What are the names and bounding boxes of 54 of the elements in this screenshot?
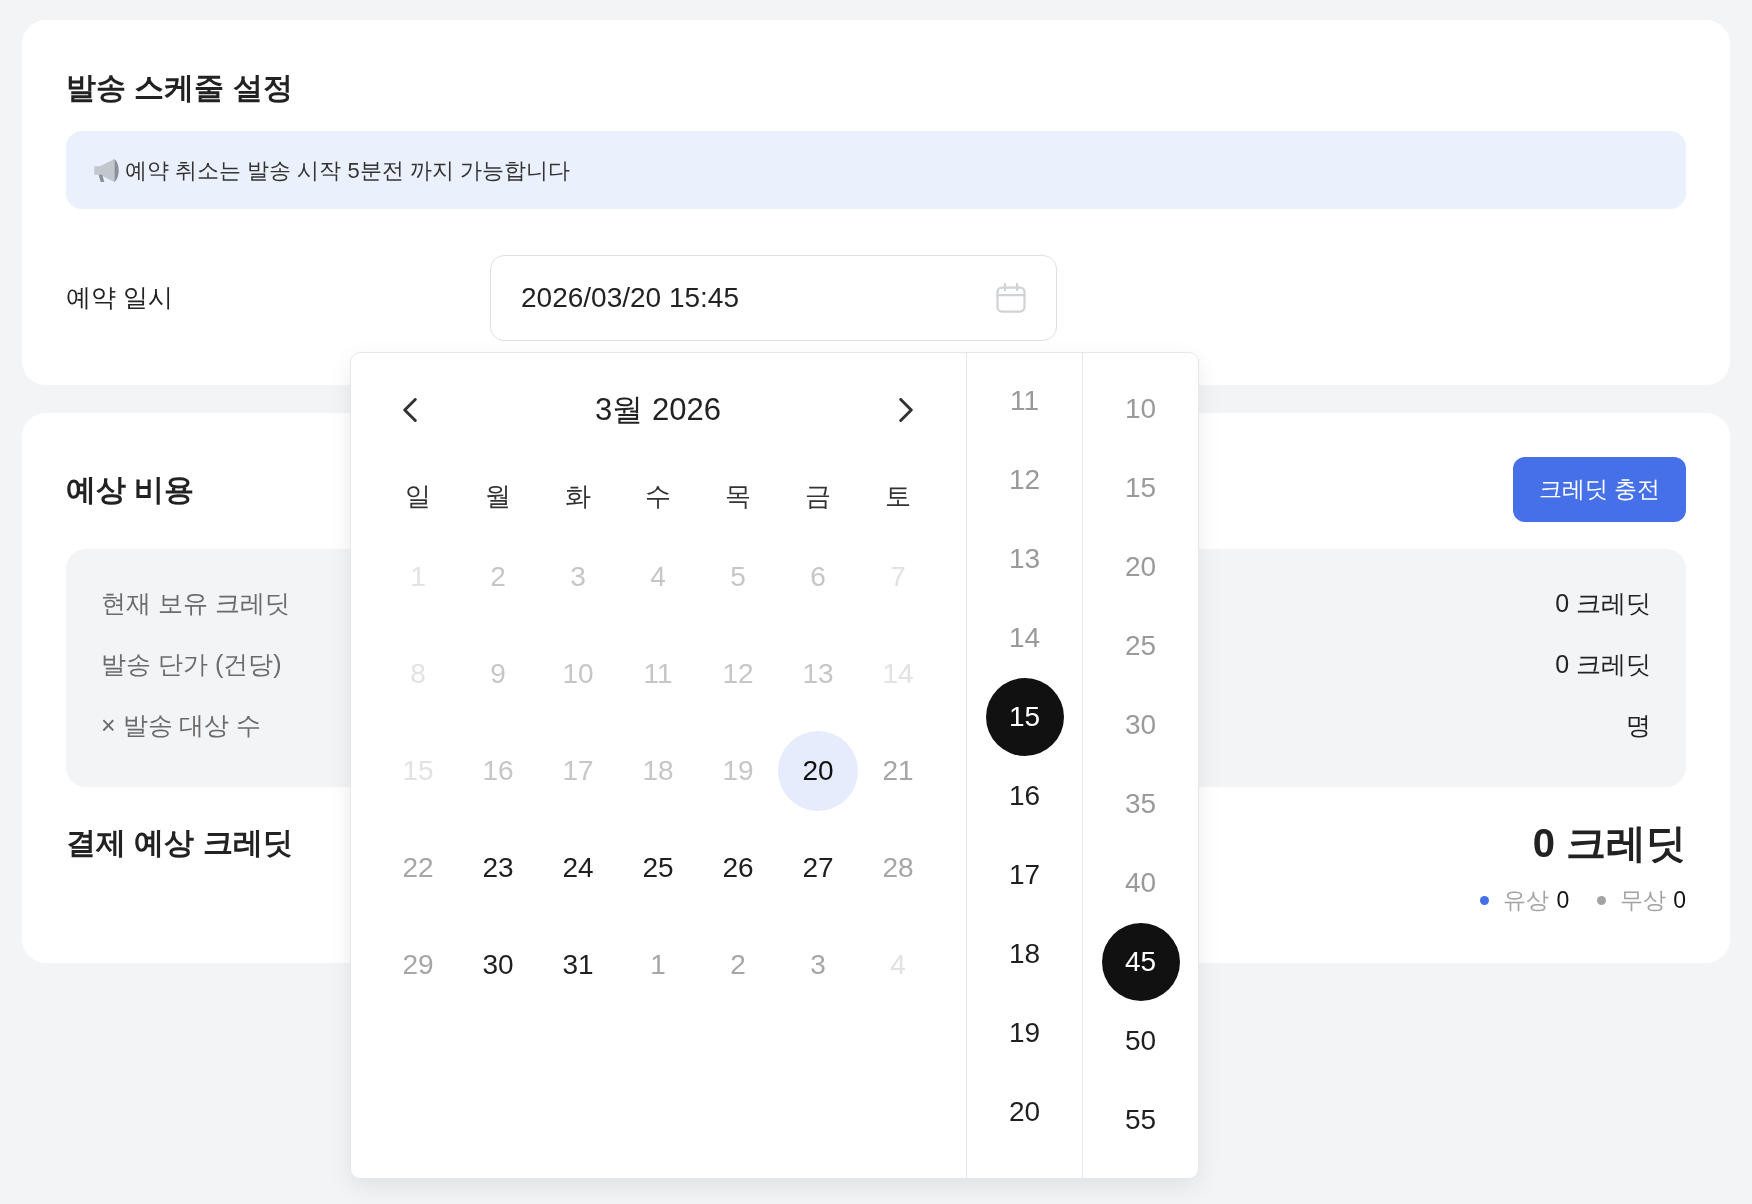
cost-label: × 발송 대상 수 bbox=[101, 710, 262, 742]
calendar-day[interactable]: 27 bbox=[778, 827, 858, 908]
weekday-label: 일 bbox=[404, 479, 432, 513]
weekday-label: 토 bbox=[884, 479, 912, 513]
weekday-label: 화 bbox=[564, 479, 592, 513]
calendar-day[interactable]: 26 bbox=[698, 827, 778, 908]
calendar-day[interactable]: 2 bbox=[698, 924, 778, 1005]
chevron-right-icon bbox=[899, 398, 913, 422]
calendar-day[interactable]: 24 bbox=[538, 827, 618, 908]
month-title: 3월 2026 bbox=[595, 390, 721, 429]
weekday-label: 금 bbox=[804, 479, 832, 513]
charge-credit-button[interactable]: 크레딧 충전 bbox=[1513, 457, 1686, 522]
section-title: 예상 비용 bbox=[66, 471, 195, 508]
hour-option[interactable]: 18 bbox=[985, 914, 1064, 993]
calendar-day[interactable]: 29 bbox=[378, 924, 458, 1005]
hour-option[interactable]: 15 bbox=[985, 677, 1064, 756]
calendar-day[interactable]: 20 bbox=[778, 730, 858, 811]
cost-value: 명 bbox=[1626, 710, 1651, 742]
field-label: 예약 일시 bbox=[66, 282, 174, 314]
section-title: 발송 스케줄 설정 bbox=[66, 70, 294, 106]
breakdown-value: 0 bbox=[1673, 885, 1686, 915]
calendar-day[interactable]: 3 bbox=[778, 924, 858, 1005]
calendar-day[interactable]: 30 bbox=[458, 924, 538, 1005]
megaphone-icon bbox=[94, 158, 119, 182]
calendar-icon bbox=[996, 283, 1026, 313]
minute-option[interactable]: 50 bbox=[1101, 1001, 1180, 1080]
calendar-day[interactable]: 22 bbox=[378, 827, 458, 908]
hour-option[interactable]: 17 bbox=[985, 835, 1064, 914]
breakdown-label: 무상 bbox=[1620, 885, 1667, 915]
calendar-day[interactable]: 25 bbox=[618, 827, 698, 908]
calendar-day[interactable]: 23 bbox=[458, 827, 538, 908]
datetime-field[interactable]: 2026/03/20 15:45 bbox=[490, 255, 1057, 341]
minute-option[interactable]: 45 bbox=[1101, 922, 1180, 1001]
cost-value: 0 크레딧 bbox=[1555, 588, 1651, 620]
breakdown-value: 0 bbox=[1556, 885, 1570, 915]
weekday-label: 목 bbox=[724, 479, 752, 513]
calendar-day[interactable]: 31 bbox=[538, 924, 618, 1005]
weekday-label: 수 bbox=[644, 479, 672, 513]
calendar-day[interactable]: 21 bbox=[858, 730, 938, 811]
total-value: 0 크레딧 bbox=[1532, 820, 1686, 867]
breakdown-label: 유상 bbox=[1503, 885, 1550, 915]
minute-option[interactable]: 55 bbox=[1101, 1080, 1180, 1159]
total-label: 결제 예상 크레딧 bbox=[66, 825, 293, 861]
hour-option[interactable]: 16 bbox=[985, 756, 1064, 835]
calendar-day[interactable]: 28 bbox=[858, 827, 938, 908]
chevron-left-icon bbox=[403, 398, 417, 422]
cost-label: 현재 보유 크레딧 bbox=[101, 588, 290, 620]
calendar-day[interactable]: 1 bbox=[618, 924, 698, 1005]
cost-value: 0 크레딧 bbox=[1555, 649, 1651, 681]
cost-label: 발송 단가 (건당) bbox=[101, 649, 282, 681]
hour-option[interactable]: 19 bbox=[985, 993, 1064, 1072]
notice-text: 예약 취소는 발송 시작 5분전 까지 가능합니다 bbox=[125, 156, 570, 185]
hour-option[interactable]: 20 bbox=[985, 1072, 1064, 1151]
weekday-label: 월 bbox=[484, 479, 512, 513]
